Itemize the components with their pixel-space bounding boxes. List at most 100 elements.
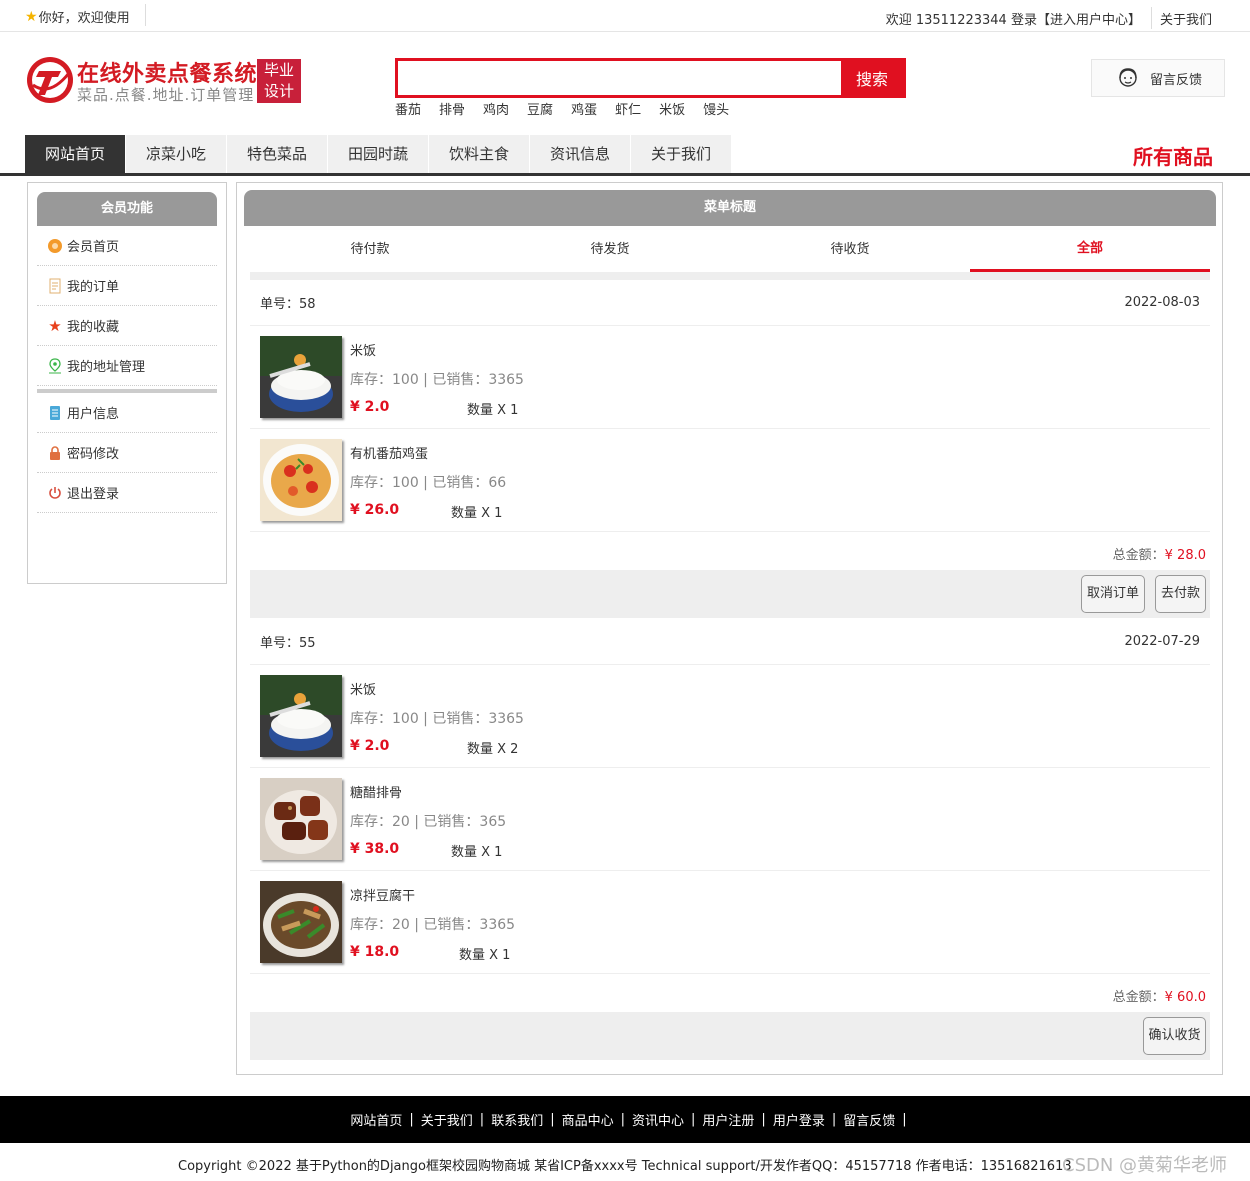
order-header: 单号：55 2022-07-29 bbox=[250, 619, 1210, 665]
sidebar-item-user-info[interactable]: 用户信息 bbox=[37, 393, 217, 433]
nav-item-about[interactable]: 关于我们 bbox=[631, 135, 732, 173]
confirm-receipt-button[interactable]: 确认收货 bbox=[1143, 1017, 1206, 1055]
nav-item-drinks-staples[interactable]: 饮料主食 bbox=[429, 135, 530, 173]
header: 在线外卖点餐系统 菜品.点餐.地址.订单管理 毕业 设计 搜索 番茄 排骨 鸡肉… bbox=[0, 32, 1250, 132]
divider: | bbox=[409, 1112, 414, 1127]
top-bar: ★ 你好，欢迎使用 欢迎 13511223344 登录 【进入用户中心】 关于我… bbox=[0, 0, 1250, 32]
divider bbox=[1150, 7, 1152, 29]
orders-panel: 菜单标题 待付款 待发货 待收货 全部 单号：58 2022-08-03 米饭 … bbox=[236, 182, 1223, 1075]
divider: | bbox=[620, 1112, 625, 1127]
order-icon bbox=[47, 278, 63, 294]
home-icon bbox=[47, 238, 63, 254]
hot-word[interactable]: 米饭 bbox=[659, 99, 685, 118]
power-icon bbox=[47, 485, 63, 501]
sidebar-item-my-orders[interactable]: 我的订单 bbox=[37, 266, 217, 306]
hot-word[interactable]: 虾仁 bbox=[615, 99, 641, 118]
nav-item-vegetables[interactable]: 田园时蔬 bbox=[328, 135, 429, 173]
divider: | bbox=[691, 1112, 696, 1127]
order-card: 单号：55 2022-07-29 米饭 库存：100 | 已销售：3365 ¥ … bbox=[250, 619, 1210, 1060]
item-quantity: 数量 X 1 bbox=[451, 506, 503, 521]
item-quantity: 数量 X 1 bbox=[467, 403, 519, 418]
hot-words: 番茄 排骨 鸡肉 豆腐 鸡蛋 虾仁 米饭 馒头 bbox=[395, 99, 747, 118]
pay-button[interactable]: 去付款 bbox=[1155, 575, 1206, 613]
sidebar-item-logout[interactable]: 退出登录 bbox=[37, 473, 217, 513]
item-name[interactable]: 糖醋排骨 bbox=[350, 782, 402, 801]
all-goods-link[interactable]: 所有商品 bbox=[1133, 141, 1213, 170]
hot-word[interactable]: 豆腐 bbox=[527, 99, 553, 118]
rice-bowl-image[interactable] bbox=[260, 336, 342, 418]
order-header: 单号：58 2022-08-03 bbox=[250, 280, 1210, 326]
sidebar-item-label: 我的收藏 bbox=[67, 320, 120, 335]
divider: | bbox=[479, 1112, 485, 1127]
sidebar-title: 会员功能 bbox=[37, 192, 217, 226]
sweet-sour-ribs-image[interactable] bbox=[260, 778, 342, 860]
sidebar-item-address[interactable]: 我的地址管理 bbox=[37, 346, 217, 386]
footer-link-home[interactable]: 网站首页 bbox=[350, 1110, 402, 1129]
item-price: ¥ 38.0 bbox=[350, 841, 400, 857]
item-name[interactable]: 凉拌豆腐干 bbox=[350, 885, 415, 904]
footer-link-products[interactable]: 商品中心 bbox=[562, 1110, 614, 1129]
tab-pending-receipt[interactable]: 待收货 bbox=[730, 226, 970, 272]
order-number: 单号：58 bbox=[260, 297, 316, 312]
tab-all[interactable]: 全部 bbox=[970, 226, 1210, 272]
top-right-links: 欢迎 13511223344 登录 【进入用户中心】 关于我们 bbox=[886, 7, 1212, 29]
total-amount: ¥ 60.0 bbox=[1164, 990, 1206, 1005]
footer-link-contact[interactable]: 联系我们 bbox=[491, 1110, 543, 1129]
footer-link-register[interactable]: 用户注册 bbox=[702, 1110, 754, 1129]
sidebar-item-change-password[interactable]: 密码修改 bbox=[37, 433, 217, 473]
footer-link-login[interactable]: 用户登录 bbox=[773, 1110, 825, 1129]
footer-link-feedback[interactable]: 留言反馈 bbox=[843, 1110, 895, 1129]
tab-divider bbox=[250, 272, 1210, 280]
item-quantity: 数量 X 1 bbox=[451, 845, 503, 860]
about-link[interactable]: 关于我们 bbox=[1160, 9, 1212, 28]
divider: | bbox=[831, 1112, 837, 1127]
nav-item-news[interactable]: 资讯信息 bbox=[530, 135, 631, 173]
search-input[interactable] bbox=[398, 61, 841, 95]
copyright-text: Copyright ©2022 基于Python的Django框架校园购物商城 … bbox=[178, 1159, 1072, 1174]
sidebar-item-member-home[interactable]: 会员首页 bbox=[37, 226, 217, 266]
item-name[interactable]: 米饭 bbox=[350, 340, 376, 359]
tomato-egg-image[interactable] bbox=[260, 439, 342, 521]
feedback-button[interactable]: 留言反馈 bbox=[1091, 59, 1225, 97]
welcome-user-text: 欢迎 13511223344 登录 bbox=[885, 12, 1037, 28]
nav-item-specialty[interactable]: 特色菜品 bbox=[227, 135, 328, 173]
hot-word[interactable]: 鸡肉 bbox=[483, 99, 509, 118]
footer-link-news[interactable]: 资讯中心 bbox=[632, 1110, 684, 1129]
member-sidebar: 会员功能 会员首页 我的订单 ★ 我的收藏 我的地址管理 用户信息 密码修改 退… bbox=[27, 182, 227, 584]
item-name[interactable]: 有机番茄鸡蛋 bbox=[350, 443, 428, 462]
order-actions: 确认收货 bbox=[250, 1012, 1210, 1060]
hot-word[interactable]: 番茄 bbox=[395, 99, 421, 118]
hot-word[interactable]: 馒头 bbox=[703, 99, 729, 118]
order-total: 总金额：¥ 28.0 bbox=[250, 532, 1210, 570]
tab-pending-payment[interactable]: 待付款 bbox=[250, 226, 490, 272]
hot-word[interactable]: 排骨 bbox=[439, 99, 465, 118]
watermark: CSDN @黄菊华老师 bbox=[1062, 1155, 1228, 1176]
greeting-text: 你好，欢迎使用 bbox=[38, 11, 130, 26]
user-center-link[interactable]: 【进入用户中心】 bbox=[1037, 9, 1141, 28]
cancel-order-button[interactable]: 取消订单 bbox=[1081, 575, 1145, 613]
total-amount: ¥ 28.0 bbox=[1164, 548, 1206, 563]
sidebar-item-label: 用户信息 bbox=[67, 407, 120, 422]
order-date: 2022-08-03 bbox=[1124, 295, 1200, 310]
sidebar-item-favorites[interactable]: ★ 我的收藏 bbox=[37, 306, 217, 346]
nav-item-cold-dishes[interactable]: 凉菜小吃 bbox=[126, 135, 227, 173]
order-item: 糖醋排骨 库存：20 | 已销售：365 ¥ 38.0 数量 X 1 bbox=[250, 768, 1210, 871]
divider bbox=[145, 4, 146, 26]
cold-tofu-image[interactable] bbox=[260, 881, 342, 963]
order-item: 米饭 库存：100 | 已销售：3365 ¥ 2.0 数量 X 2 bbox=[250, 665, 1210, 768]
footer-link-about[interactable]: 关于我们 bbox=[421, 1110, 473, 1129]
sidebar-item-label: 密码修改 bbox=[67, 447, 120, 462]
rice-bowl-image[interactable] bbox=[260, 675, 342, 757]
site-logo-icon[interactable] bbox=[25, 55, 75, 105]
item-quantity: 数量 X 2 bbox=[467, 742, 519, 757]
sidebar-item-label: 我的订单 bbox=[67, 280, 120, 295]
tab-pending-shipment[interactable]: 待发货 bbox=[490, 226, 730, 272]
nav-item-home[interactable]: 网站首页 bbox=[25, 135, 126, 173]
badge-line-2: 设计 bbox=[263, 82, 294, 100]
item-price: ¥ 18.0 bbox=[350, 944, 400, 960]
search-button[interactable]: 搜索 bbox=[841, 61, 903, 95]
address-icon bbox=[47, 357, 63, 374]
hot-word[interactable]: 鸡蛋 bbox=[571, 99, 597, 118]
item-name[interactable]: 米饭 bbox=[350, 679, 376, 698]
divider: | bbox=[550, 1112, 555, 1127]
